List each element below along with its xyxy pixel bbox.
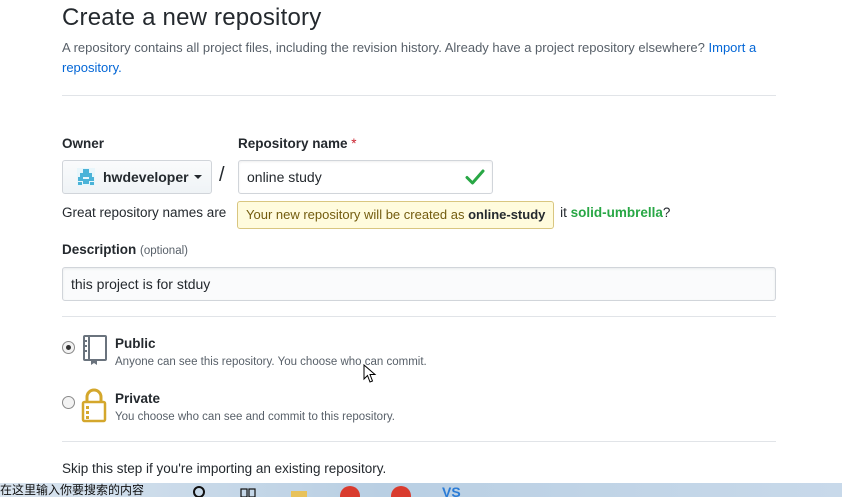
task-view-icon[interactable]	[240, 483, 256, 497]
repo-book-icon	[83, 335, 107, 365]
page-subhead: A repository contains all project files,…	[62, 38, 776, 78]
helper-suffix: ?	[662, 205, 671, 220]
taskbar-search-box[interactable]: 在这里输入你要搜索的内容	[0, 483, 144, 497]
helper-prefix: Great repository names are	[62, 205, 227, 220]
windows-taskbar: 在这里输入你要搜索的内容 VS	[0, 483, 842, 497]
suggested-name-link[interactable]: solid-umbrella	[571, 205, 663, 220]
browser-icon[interactable]	[390, 483, 412, 497]
browser-icon[interactable]	[339, 483, 361, 497]
owner-dropdown[interactable]: hwdeveloper	[62, 160, 212, 194]
private-radio[interactable]	[62, 396, 75, 409]
private-option-note: You choose who can see and commit to thi…	[115, 411, 395, 423]
subhead-text: A repository contains all project files,…	[62, 40, 705, 55]
owner-repo-separator: /	[219, 164, 225, 186]
file-explorer-icon[interactable]	[290, 483, 308, 497]
svg-text:VS: VS	[442, 484, 461, 497]
vs-code-icon[interactable]: VS	[440, 483, 464, 497]
avatar-icon	[77, 168, 95, 186]
skip-step-text: Skip this step if you're importing an ex…	[62, 461, 387, 476]
divider	[62, 441, 776, 442]
divider	[62, 316, 776, 317]
description-input[interactable]	[62, 267, 776, 301]
mouse-cursor-icon	[363, 364, 377, 383]
owner-name: hwdeveloper	[103, 169, 189, 185]
chevron-down-icon	[193, 175, 202, 179]
page-title: Create a new repository	[62, 4, 322, 31]
required-mark: *	[351, 136, 357, 151]
description-label-text: Description	[62, 242, 137, 257]
private-option-title[interactable]: Private	[115, 391, 160, 406]
lock-icon	[81, 388, 107, 423]
public-radio[interactable]	[62, 341, 75, 354]
repository-name-label-text: Repository name	[238, 136, 348, 151]
public-option-title[interactable]: Public	[115, 336, 156, 351]
repo-name-tooltip: Your new repository will be created as o…	[237, 201, 555, 229]
description-label: Description (optional)	[62, 242, 188, 257]
owner-label: Owner	[62, 136, 105, 151]
public-option-note: Anyone can see this repository. You choo…	[115, 356, 427, 368]
repository-name-input[interactable]	[238, 160, 493, 194]
optional-note: (optional)	[140, 245, 188, 257]
repository-name-label: Repository name *	[238, 136, 357, 151]
tooltip-text: Your new repository will be created as	[246, 207, 465, 222]
helper-tail: it	[560, 205, 567, 220]
check-icon	[465, 169, 485, 185]
divider	[62, 95, 776, 96]
search-icon[interactable]	[192, 483, 206, 497]
tooltip-repo-name: online-study	[468, 207, 546, 222]
